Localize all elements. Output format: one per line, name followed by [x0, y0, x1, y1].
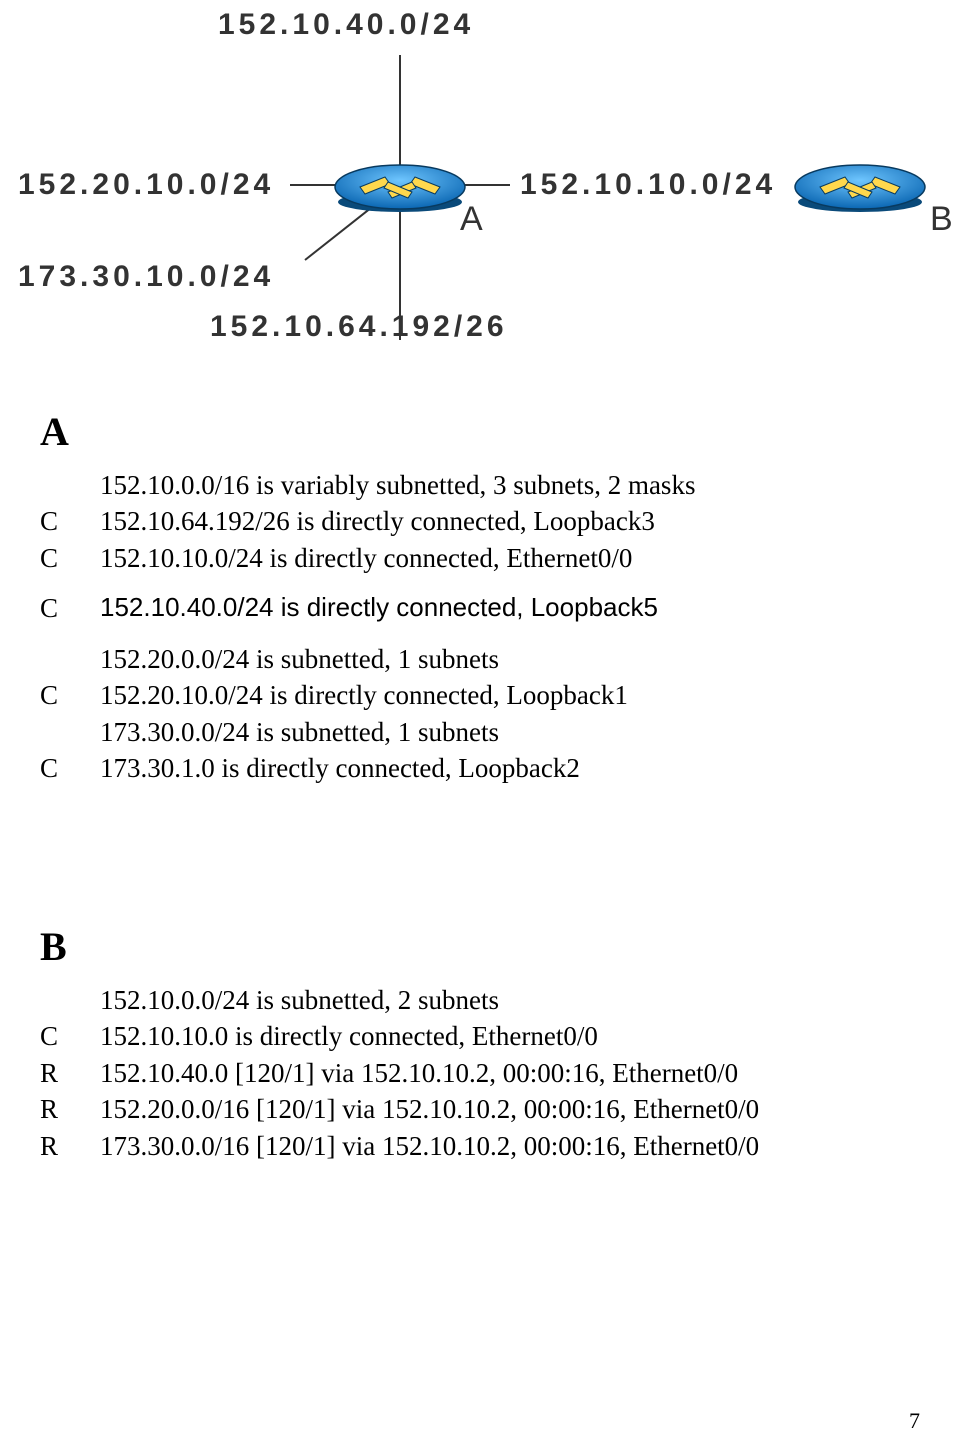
routes-a: A 152.10.0.0/16 is variably subnetted, 3…	[40, 405, 920, 787]
label-a: A	[460, 200, 483, 239]
label-b: B	[930, 200, 953, 239]
routes-b: B 152.10.0.0/24 is subnetted, 2 subnetsC…	[40, 920, 940, 1164]
route-line: 152.10.0.0/16 is variably subnetted, 3 s…	[40, 467, 920, 503]
route-text: 152.10.10.0 is directly connected, Ether…	[100, 1018, 598, 1054]
router-b-icon	[790, 162, 930, 207]
route-text: 152.10.10.0/24 is directly connected, Et…	[100, 540, 632, 576]
route-code: C	[40, 590, 100, 626]
route-code: R	[40, 1128, 100, 1164]
route-text: 152.10.0.0/24 is subnetted, 2 subnets	[40, 982, 499, 1018]
route-line: C152.10.10.0/24 is directly connected, E…	[40, 540, 920, 576]
route-line: R173.30.0.0/16 [120/1] via 152.10.10.2, …	[40, 1128, 940, 1164]
route-line: 173.30.0.0/24 is subnetted, 1 subnets	[40, 714, 920, 750]
route-line: R152.20.0.0/16 [120/1] via 152.10.10.2, …	[40, 1091, 940, 1127]
router-a-icon	[330, 162, 470, 207]
route-line: C152.10.40.0/24 is directly connected, L…	[40, 590, 920, 626]
route-code: R	[40, 1055, 100, 1091]
route-code: C	[40, 503, 100, 539]
net-mid: 152.10.10.0/24	[520, 168, 776, 202]
route-code: R	[40, 1091, 100, 1127]
route-code: C	[40, 540, 100, 576]
route-text: 173.30.0.0/24 is subnetted, 1 subnets	[40, 714, 499, 750]
route-code: C	[40, 1018, 100, 1054]
route-text: 152.20.0.0/16 [120/1] via 152.10.10.2, 0…	[100, 1091, 759, 1127]
route-line: C173.30.1.0 is directly connected, Loopb…	[40, 750, 920, 786]
route-text: 152.20.0.0/24 is subnetted, 1 subnets	[40, 641, 499, 677]
route-text: 152.10.64.192/26 is directly connected, …	[100, 503, 655, 539]
route-line: 152.10.0.0/24 is subnetted, 2 subnets	[40, 982, 940, 1018]
route-text: 173.30.1.0 is directly connected, Loopba…	[100, 750, 580, 786]
net-bottom: 152.10.64.192/26	[210, 310, 508, 344]
route-text: 152.10.40.0 [120/1] via 152.10.10.2, 00:…	[100, 1055, 738, 1091]
route-line: C152.10.64.192/26 is directly connected,…	[40, 503, 920, 539]
route-code: C	[40, 750, 100, 786]
route-line: C152.20.10.0/24 is directly connected, L…	[40, 677, 920, 713]
route-text: 152.10.40.0/24 is directly connected, Lo…	[100, 590, 658, 626]
net-top: 152.10.40.0/24	[218, 8, 474, 42]
route-line: R152.10.40.0 [120/1] via 152.10.10.2, 00…	[40, 1055, 940, 1091]
route-text: 152.10.0.0/16 is variably subnetted, 3 s…	[40, 467, 695, 503]
route-code: C	[40, 677, 100, 713]
route-line: 152.20.0.0/24 is subnetted, 1 subnets	[40, 641, 920, 677]
page-number: 7	[909, 1408, 920, 1434]
net-left1: 152.20.10.0/24	[18, 168, 274, 202]
net-left2: 173.30.10.0/24	[18, 260, 274, 294]
routes-b-title: B	[40, 920, 940, 974]
routes-a-title: A	[40, 405, 920, 459]
route-line: C152.10.10.0 is directly connected, Ethe…	[40, 1018, 940, 1054]
network-diagram: 152.10.40.0/24 152.20.10.0/24 152.10.10.…	[0, 0, 960, 370]
route-text: 173.30.0.0/16 [120/1] via 152.10.10.2, 0…	[100, 1128, 759, 1164]
route-text: 152.20.10.0/24 is directly connected, Lo…	[100, 677, 628, 713]
